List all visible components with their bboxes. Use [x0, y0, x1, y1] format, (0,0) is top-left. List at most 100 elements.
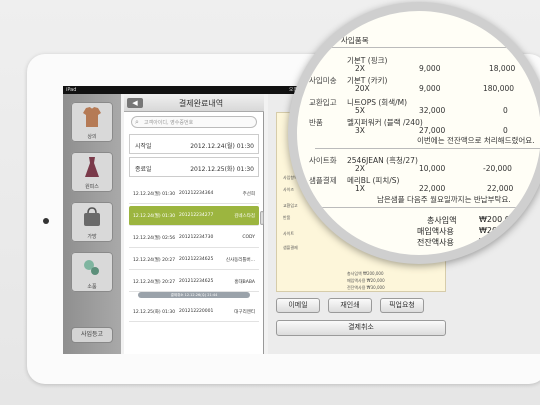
- email-button[interactable]: 이메일: [276, 298, 320, 313]
- row-number: 201212234730: [179, 235, 214, 240]
- mag-item-category: 사이트화: [309, 156, 337, 165]
- row-number: 201212234364: [179, 191, 214, 196]
- category-label: 원피스: [85, 184, 99, 190]
- mag-item-qty: 20X: [355, 84, 370, 93]
- mag-total-label: 전잔액사용: [417, 238, 454, 247]
- row-time: 12.12.24(월) 01:30: [133, 192, 176, 197]
- mag-return-note: 이번에는 전잔액으로 처리해드렸어요.: [417, 136, 535, 145]
- magnified-receipt: 사입품목 기본T (핑크) 2X 9,000 18,000 사입미송 기본T (…: [297, 11, 540, 255]
- mag-item-category: 교환입고: [309, 98, 337, 107]
- row-number: 201212234277: [179, 213, 214, 218]
- row-time: 12.12.24(월) 02:56: [133, 236, 176, 241]
- mag-item-price: 32,000: [419, 106, 446, 115]
- category-sidebar: 상의 원피스 가방 소품 사입등고: [63, 94, 121, 354]
- end-date-label: 종료일: [135, 166, 152, 173]
- mag-item-category: 사입미송: [309, 76, 337, 85]
- receipt-line: 교환입고: [283, 203, 298, 208]
- row-customer: 주선희: [242, 192, 255, 197]
- mag-item-category: 샘플결제: [309, 176, 337, 185]
- dress-icon: [85, 157, 99, 177]
- list-header: ◀ 결제완료내역: [124, 94, 264, 112]
- row-customer: CODY: [242, 235, 255, 240]
- mag-item-qty: 5X: [355, 106, 365, 115]
- row-customer: 신사동리틀버...: [225, 258, 255, 263]
- row-customer: 김네스타점: [234, 214, 255, 219]
- cancel-payment-button[interactable]: 결제취소: [276, 320, 446, 336]
- side-action-button[interactable]: 사입등고: [71, 327, 113, 343]
- receipt-line: 사이즈: [283, 187, 295, 192]
- search-input[interactable]: ⌕ 고객아이디, 영수증번호: [131, 116, 257, 128]
- mag-item-price: 9,000: [419, 84, 441, 93]
- mag-total-value: ₩200,000: [479, 215, 520, 224]
- transaction-row[interactable]: 12.12.24(월) 20:27 201212234625 신사동리틀버...: [129, 250, 259, 270]
- mag-item-amount: 22,000: [487, 184, 514, 193]
- mag-item-qty: 1X: [355, 184, 365, 193]
- mag-total-value: ₩30,000: [479, 237, 515, 246]
- category-item-accessory[interactable]: 소품: [71, 252, 113, 292]
- mag-item-amount: 0: [503, 126, 508, 135]
- mag-total-label: 총사입액: [427, 216, 457, 225]
- transaction-row[interactable]: 12.12.24(월) 02:56 201212234730 CODY: [129, 228, 259, 248]
- mag-item-price: 27,000: [419, 126, 446, 135]
- receipt-total-line: 전잔액사용 ₩30,000: [347, 285, 385, 290]
- pickup-request-button[interactable]: 픽업요청: [380, 298, 424, 313]
- row-time: 12.12.24(월) 01:30: [133, 214, 176, 219]
- mag-total-value: ₩20,000: [479, 226, 515, 235]
- receipt-total-line: 총사입액 ₩200,000: [347, 271, 384, 276]
- transaction-row[interactable]: 12.12.25(화) 01:30 201212220001 대구리엔티: [129, 302, 259, 322]
- receipt-line: 반품: [283, 215, 291, 220]
- receipt-line: 샘플결제: [283, 245, 298, 250]
- category-item-top[interactable]: 상의: [71, 102, 113, 142]
- mag-top-label: 사입품목: [341, 36, 369, 45]
- mag-item-price: 9,000: [419, 64, 441, 73]
- mag-sample-note: 남은샘플 다음주 월요일까지는 반납부탁요.: [377, 195, 511, 204]
- mag-item-amount: 0: [503, 106, 508, 115]
- mag-item-name: 기본T (핑크): [347, 56, 388, 65]
- mag-total-label: 매입액사용: [417, 227, 454, 236]
- bag-icon: [84, 207, 100, 226]
- cancel-status-badge: 결제취소 12.12.26(수) 21:44: [138, 292, 250, 298]
- stage: iPad 오전 11:46 상의 원피스: [0, 0, 540, 405]
- divider: [315, 47, 540, 48]
- back-arrow-icon[interactable]: ◀: [127, 98, 143, 108]
- row-number: 201212220001: [179, 309, 214, 314]
- shirt-icon: [83, 107, 101, 127]
- magnifier-lens: 사입품목 기본T (핑크) 2X 9,000 18,000 사입미송 기본T (…: [288, 2, 540, 264]
- start-date-row[interactable]: 시작일 2012.12.24(월) 01:30: [129, 134, 259, 154]
- row-customer: 홍대BABA: [234, 280, 255, 285]
- mag-item-amount: -20,000: [483, 164, 512, 173]
- divider: [315, 148, 540, 149]
- row-customer: 대구리엔티: [234, 310, 255, 315]
- mag-item-qty: 3X: [355, 126, 365, 135]
- search-placeholder: 고객아이디, 영수증번호: [144, 120, 194, 126]
- panel-resize-handle[interactable]: [260, 211, 264, 225]
- list-title: 결제완료내역: [178, 99, 224, 108]
- mag-item-price: 10,000: [419, 164, 446, 173]
- category-label: 가방: [87, 234, 97, 240]
- divider: [315, 207, 540, 208]
- search-icon: ⌕: [135, 118, 139, 126]
- transaction-row[interactable]: 12.12.24(월) 20:27 201212234625 홍대BABA: [129, 272, 259, 292]
- category-label: 소품: [87, 284, 97, 290]
- transaction-row-selected[interactable]: 12.12.24(월) 01:30 201212234277 김네스타점: [129, 206, 259, 226]
- receipt-line: 사이트: [283, 231, 295, 236]
- mag-item-amount: 18,000: [489, 64, 516, 73]
- receipt-total-line: 매입액사용 ₩20,000: [347, 278, 385, 283]
- row-time: 12.12.25(화) 01:30: [133, 310, 176, 315]
- mag-item-category: 반품: [309, 118, 323, 127]
- category-item-dress[interactable]: 원피스: [71, 152, 113, 192]
- payment-list-panel: ◀ 결제완료내역 ⌕ 고객아이디, 영수증번호 시작일 2012.12.24(월…: [124, 94, 264, 354]
- mag-item-price: 22,000: [419, 184, 446, 193]
- transaction-row[interactable]: 12.12.24(월) 01:30 201212234364 주선희: [129, 184, 259, 204]
- end-date-value: 2012.12.25(화) 01:30: [190, 166, 254, 173]
- reprint-button[interactable]: 재인쇄: [328, 298, 372, 313]
- end-date-row[interactable]: 종료일 2012.12.25(화) 01:30: [129, 157, 259, 177]
- category-label: 상의: [87, 134, 97, 140]
- category-item-bag[interactable]: 가방: [71, 202, 113, 242]
- row-time: 12.12.24(월) 20:27: [133, 258, 176, 263]
- mag-item-amount: 180,000: [483, 84, 515, 93]
- row-time: 12.12.24(월) 20:27: [133, 280, 176, 285]
- mag-item-qty: 2X: [355, 64, 365, 73]
- accessory-icon: [84, 260, 99, 275]
- start-date-value: 2012.12.24(월) 01:30: [190, 143, 254, 150]
